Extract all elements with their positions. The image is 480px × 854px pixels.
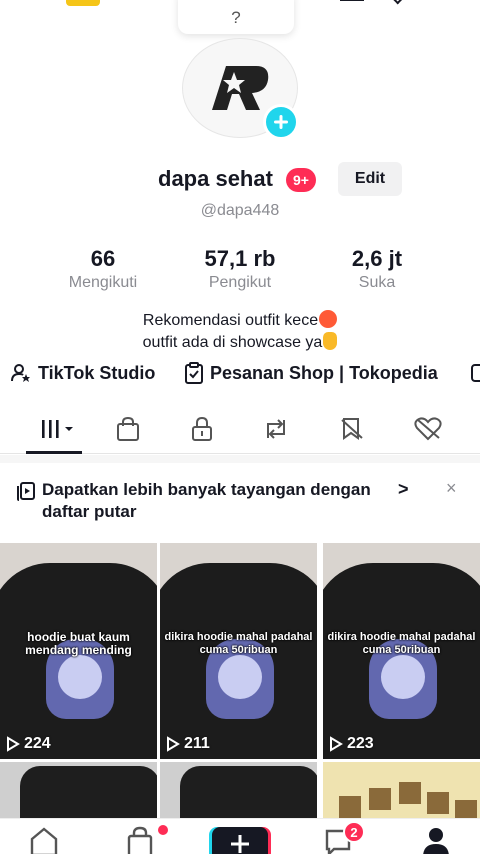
video-caption: dikira hoodie mahal padahal cuma 50ribua… [327,631,476,656]
video-caption: hoodie buat kaum mendang mending [25,630,132,657]
view-count: 223 [329,735,374,753]
view-count: 211 [166,735,210,753]
stat-label: Pengikut [208,274,272,291]
shop-orders-link[interactable]: Pesanan Shop | Tokopedia [184,362,438,384]
bookmark-eye-icon [341,418,363,440]
tiktok-studio-label: TikTok Studio [38,362,156,383]
nav-profile[interactable] [416,825,456,854]
playlist-banner-text: Dapatkan lebih banyak tayangan dengan da… [42,480,371,521]
more-links-icon[interactable] [470,362,480,384]
inbox-badge: 2 [343,821,365,843]
avatar-logo [212,66,269,110]
view-count-value: 224 [24,735,51,752]
view-count: 224 [6,735,51,753]
tab-private[interactable] [184,412,220,446]
stat-label: Mengikuti [68,274,138,291]
user-star-icon [11,364,30,382]
profile-screen: ? dapa sehat 9+ Edit @dapa448 66 Mengiku… [0,0,480,854]
profile-icon [423,828,449,854]
playlist-banner[interactable]: Dapatkan lebih banyak tayangan dengan da… [0,465,480,541]
bio-line-1: Rekomendasi outfit kece [142,312,319,329]
section-separator [0,455,480,463]
video-thumbnail[interactable]: dikira hoodie mahal padahal cuma 50ribua… [323,543,480,759]
grid-icon [42,420,73,438]
shopping-bag-icon [117,416,139,441]
play-icon [7,736,20,752]
video-thumbnail[interactable]: dikira hoodie mahal padahal cuma 50ribua… [160,543,317,759]
stat-value: 57,1 rb [204,246,276,271]
video-thumbnail[interactable] [160,762,317,822]
content-tabs [0,404,480,454]
chevron-right-icon[interactable]: > [398,479,409,500]
video-thumbnail[interactable] [0,762,157,822]
tab-favorites[interactable] [334,412,370,446]
shop-orders-label: Pesanan Shop | Tokopedia [210,362,438,383]
name-row: dapa sehat 9+ Edit [0,162,480,196]
heart-eye-icon [414,417,442,441]
playlist-icon [17,482,35,501]
stat-value: 66 [90,246,116,271]
tab-reposts[interactable] [258,412,294,446]
top-left-icon[interactable] [66,0,100,6]
user-handle: @dapa448 [200,202,280,219]
nav-home[interactable] [24,825,64,854]
repost-icon [267,419,285,439]
nav-shop[interactable] [120,825,160,854]
stat-followers[interactable]: 57,1 rb Pengikut [196,246,284,292]
add-avatar-button[interactable] [263,104,299,140]
stat-likes[interactable]: 2,6 jt Suka [334,246,420,292]
bio-line-2: outfit ada di showcase ya [142,334,323,351]
video-thumbnail[interactable]: hoodie buat kaum mendang mending 224 [0,543,157,759]
lock-icon [192,416,212,441]
profile-links: TikTok Studio Pesanan Shop | Tokopedia [0,362,480,392]
shopping-bag-icon [127,826,153,854]
tiktok-studio-link[interactable]: TikTok Studio [10,362,155,384]
clipboard-check-icon [185,362,203,384]
stat-label: Suka [358,274,396,291]
tab-liked[interactable] [410,412,446,446]
shop-notification-dot [158,825,168,835]
tab-videos[interactable] [36,412,80,446]
avatar-tooltip: ? [178,0,294,34]
video-caption: dikira hoodie mahal padahal cuma 50ribua… [164,631,313,656]
view-count-value: 223 [347,735,374,752]
tab-shop[interactable] [110,412,146,446]
create-button[interactable] [212,827,268,854]
play-icon [167,736,180,752]
menu-icon[interactable] [340,0,364,1]
play-icon [330,736,343,752]
bio: Rekomendasi outfit kece outfit ada di sh… [0,310,480,354]
hot-face-emoji-icon [319,310,338,328]
tooltip-text: ? [231,8,241,27]
stat-value: 2,6 jt [351,246,403,271]
home-icon [30,827,58,854]
pointing-down-emoji-icon [323,332,338,350]
edit-profile-button[interactable]: Edit [338,162,402,196]
stat-following[interactable]: 66 Mengikuti [60,246,146,292]
bottom-nav: 2 [0,818,480,854]
plus-icon [231,835,249,853]
username: dapa sehat [158,166,273,191]
chevron-down-icon[interactable] [390,0,404,5]
notification-badge[interactable]: 9+ [286,168,316,192]
view-count-value: 211 [184,735,210,752]
close-icon[interactable]: × [446,478,457,499]
plus-icon [274,115,288,129]
active-tab-indicator [26,451,82,454]
video-thumbnail[interactable] [323,762,480,822]
